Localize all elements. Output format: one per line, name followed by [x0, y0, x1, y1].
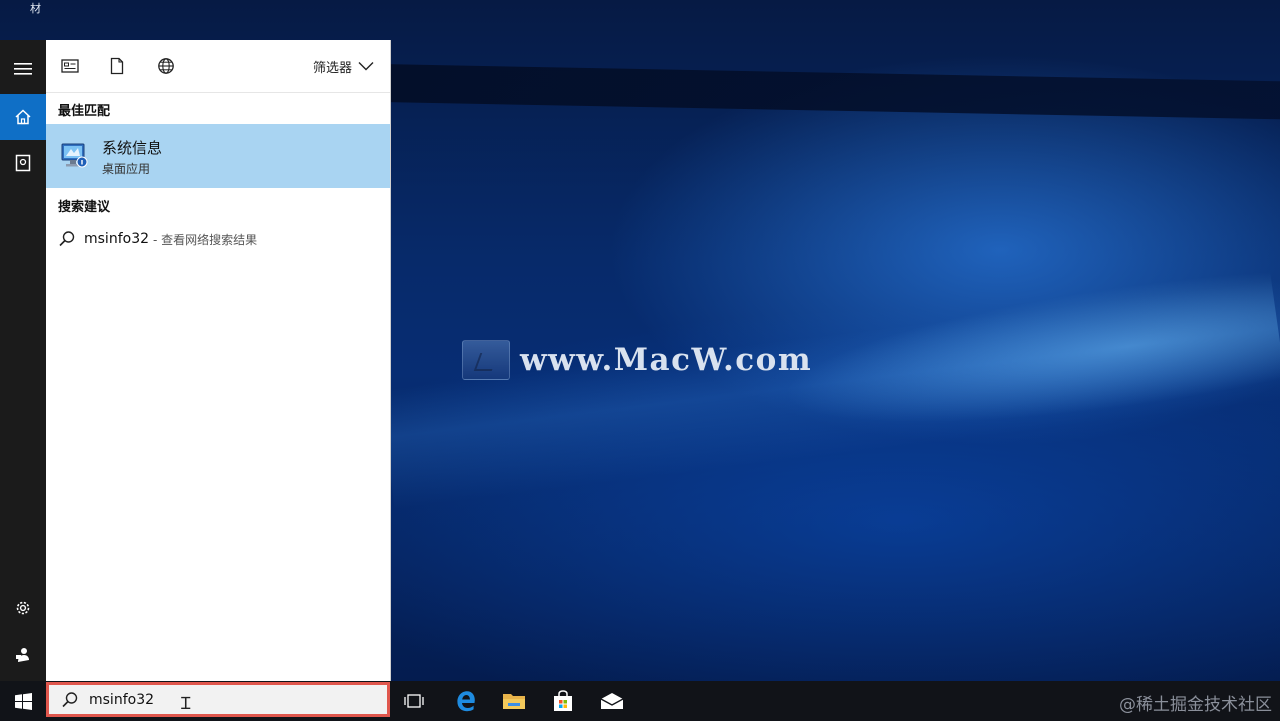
file-explorer-button[interactable] — [492, 681, 536, 721]
search-icon — [59, 231, 75, 247]
apps-icon — [61, 59, 79, 73]
task-view-icon — [404, 694, 424, 708]
rail-notebook-button[interactable] — [0, 140, 46, 186]
suggestion-hint: - 查看网络搜索结果 — [153, 232, 258, 247]
task-view-button[interactable] — [394, 681, 434, 721]
start-icon — [14, 692, 32, 710]
rail-home-button[interactable] — [0, 94, 46, 140]
hamburger-icon — [14, 63, 32, 75]
rail-feedback-button[interactable] — [0, 632, 46, 678]
filter-label: 筛选器 — [312, 60, 352, 76]
wallpaper-light-beam — [379, 64, 1280, 121]
edge-icon — [457, 691, 475, 712]
taskbar-search-input[interactable]: msinfo32 Ɪ — [46, 682, 390, 717]
documents-filter-button[interactable] — [107, 56, 127, 76]
text-cursor-icon: Ɪ — [181, 694, 191, 714]
corner-label: 材 — [30, 2, 41, 15]
best-match-name: 系统信息 — [102, 139, 163, 157]
search-flyout: 筛选器 最佳匹配 系统信息 桌面应用 搜索建议 msinfo32 - 查看网络搜… — [46, 40, 391, 681]
watermark-logo-icon — [462, 340, 510, 380]
credit-watermark: @稀土掘金技术社区 — [1119, 695, 1272, 715]
mail-button[interactable] — [590, 681, 634, 721]
document-icon — [110, 57, 124, 75]
filter-dropdown[interactable]: 筛选器 — [313, 56, 374, 76]
apps-filter-button[interactable] — [60, 56, 80, 76]
store-button[interactable] — [541, 681, 585, 721]
start-nav-rail — [0, 40, 46, 681]
feedback-icon — [16, 648, 29, 662]
search-toolbar: 筛选器 — [46, 40, 390, 93]
suggestion-query: msinfo32 — [84, 231, 150, 247]
home-icon — [15, 109, 31, 125]
search-icon — [62, 691, 78, 707]
search-input-value: msinfo32 — [89, 691, 155, 708]
system-information-icon — [61, 143, 88, 168]
watermark-text: www.MacW.com — [520, 342, 813, 378]
watermark: www.MacW.com — [462, 340, 812, 380]
web-filter-button[interactable] — [156, 56, 176, 76]
chevron-down-icon — [358, 62, 374, 71]
search-suggestion-item[interactable]: msinfo32 - 查看网络搜索结果 — [46, 226, 390, 252]
best-match-type: 桌面应用 — [102, 162, 151, 176]
mail-icon — [600, 693, 624, 709]
rail-settings-button[interactable] — [0, 585, 46, 631]
notebook-icon — [15, 154, 31, 172]
store-icon — [554, 690, 572, 711]
search-suggestions-heading: 搜索建议 — [58, 200, 111, 215]
gear-icon — [16, 601, 30, 615]
best-match-heading: 最佳匹配 — [58, 104, 111, 119]
edge-button[interactable] — [444, 681, 488, 721]
file-explorer-icon — [503, 694, 525, 709]
rail-menu-button[interactable] — [0, 46, 46, 92]
best-match-result[interactable]: 系统信息 桌面应用 — [46, 124, 390, 188]
web-icon — [158, 58, 174, 74]
start-button[interactable] — [0, 681, 46, 721]
